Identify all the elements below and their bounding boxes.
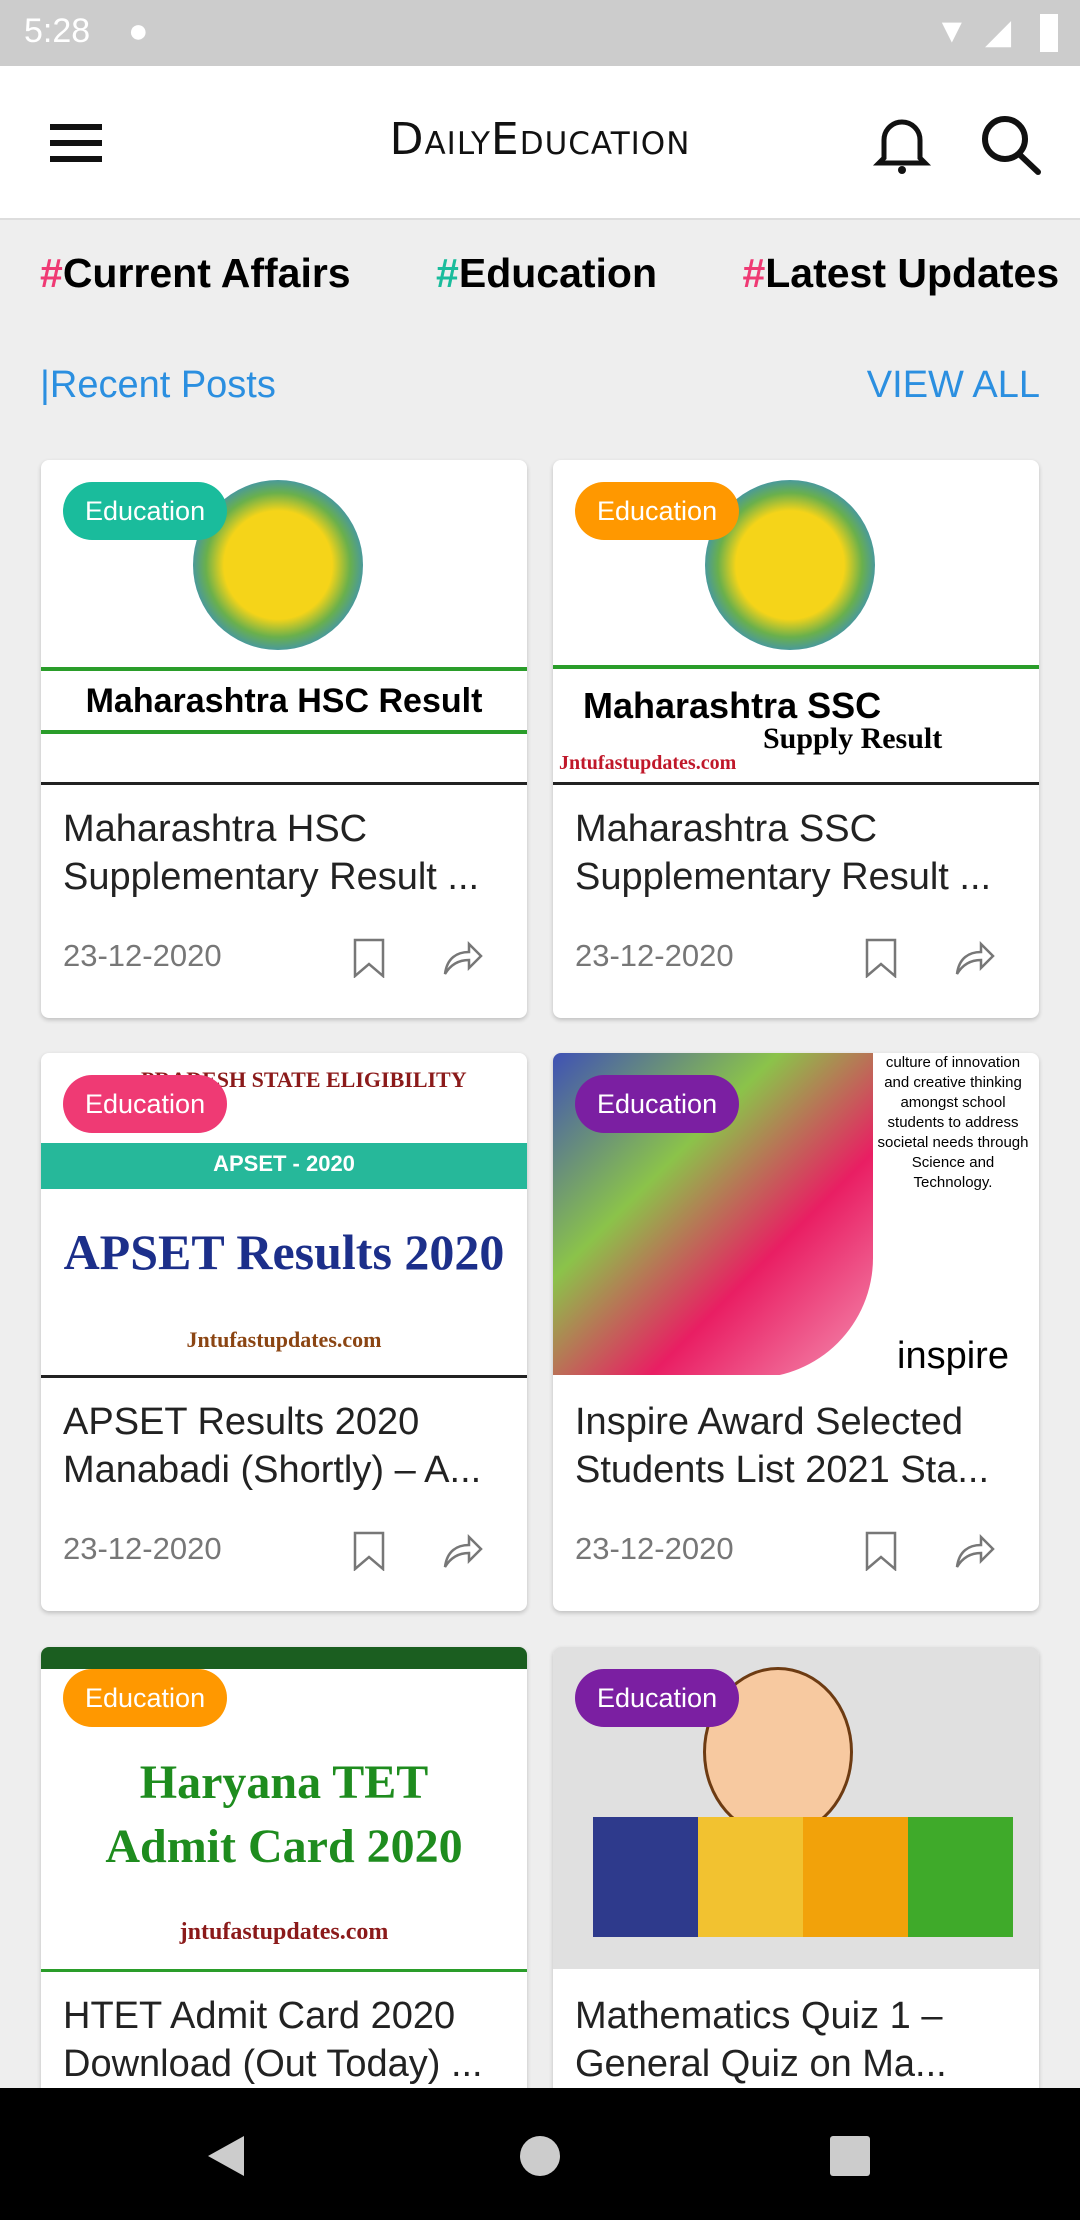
post-title[interactable]: Mathematics Quiz 1 – General Quiz on Ma.… [575,1992,1021,2088]
post-card[interactable]: Maharashtra SSC Supply Result Jntufastup… [553,460,1039,1018]
search-icon[interactable] [978,112,1044,178]
tag-education[interactable]: #Education [436,250,657,296]
status-bar: 5:28 ● ▼ ◢ [0,0,1080,66]
notification-icon: ● [128,12,149,50]
bookmark-icon[interactable] [863,938,899,978]
battery-icon [1040,14,1058,52]
post-title[interactable]: Maharashtra SSC Supplementary Result ... [575,805,1021,901]
post-date: 23-12-2020 [63,1531,222,1566]
bell-icon[interactable] [872,112,932,176]
share-icon[interactable] [953,1531,997,1571]
post-card[interactable]: PRADESH STATE ELIGIBILITY APSET - 2020 A… [41,1053,527,1611]
tag-current-affairs[interactable]: #Current Affairs [40,250,351,296]
category-badge[interactable]: Education [575,482,740,540]
tag-strip: #Current Affairs #Education #Latest Upda… [40,250,1080,297]
system-nav-bar [0,2088,1080,2220]
bookmark-icon[interactable] [863,1531,899,1571]
recents-icon[interactable] [830,2136,870,2176]
signal-icon: ◢ [985,13,1012,51]
wifi-icon: ▼ [935,12,969,50]
app-header: DailyEducation [0,66,1080,220]
category-badge[interactable]: Education [63,1669,228,1727]
post-card[interactable]: Maharashtra HSC Result Education Maharas… [41,460,527,1018]
bookmark-icon[interactable] [351,938,387,978]
category-badge[interactable]: Education [63,482,228,540]
home-icon[interactable] [520,2136,560,2176]
post-title[interactable]: Maharashtra HSC Supplementary Result ... [63,805,509,901]
post-title[interactable]: Inspire Award Selected Students List 202… [575,1398,1021,1494]
section-title: |Recent Posts [40,364,276,406]
share-icon[interactable] [441,938,485,978]
post-title[interactable]: APSET Results 2020 Manabadi (Shortly) – … [63,1398,509,1494]
post-date: 23-12-2020 [63,938,222,973]
tag-latest-updates[interactable]: #Latest Updates [742,250,1059,296]
post-date: 23-12-2020 [575,1531,734,1566]
status-time: 5:28 [24,12,91,50]
share-icon[interactable] [953,938,997,978]
back-icon[interactable] [204,2134,248,2178]
post-date: 23-12-2020 [575,938,734,973]
post-title[interactable]: HTET Admit Card 2020 Download (Out Today… [63,1992,509,2088]
view-all-link[interactable]: VIEW ALL [867,364,1040,407]
category-badge[interactable]: Education [575,1075,740,1133]
post-card[interactable]: culture of innovation and creative think… [553,1053,1039,1611]
bookmark-icon[interactable] [351,1531,387,1571]
category-badge[interactable]: Education [575,1669,740,1727]
share-icon[interactable] [441,1531,485,1571]
category-badge[interactable]: Education [63,1075,228,1133]
